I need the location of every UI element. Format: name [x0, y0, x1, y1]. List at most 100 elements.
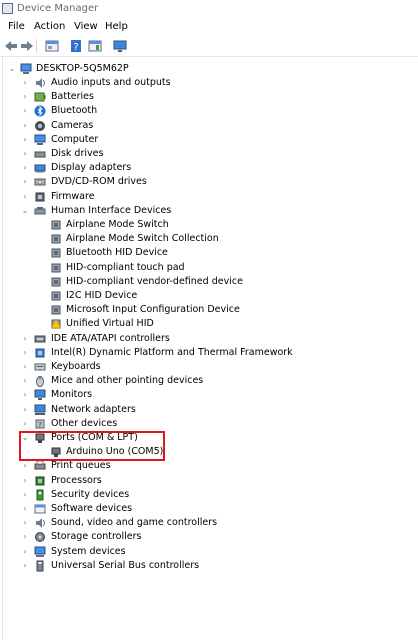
menu-view[interactable]: View	[74, 21, 98, 32]
tree-item-label: Processors	[51, 474, 102, 486]
tree-item-label: Display adapters	[51, 162, 132, 174]
tree-item-label: Print queues	[51, 460, 111, 472]
forward-icon[interactable]	[20, 39, 34, 53]
tree-root[interactable]: ⌄ DESKTOP-5Q5M62P	[0, 62, 418, 76]
menu-bar: File Action View Help	[0, 19, 418, 35]
expand-icon[interactable]: ›	[21, 403, 29, 417]
tree-child-hid-compliant-vendor-defined-device[interactable]: HID-compliant vendor-defined device	[0, 275, 418, 289]
tree-item-ide-ata-atapi-controllers[interactable]: › IDE ATA/ATAPI controllers	[0, 332, 418, 346]
expand-icon[interactable]: ›	[21, 388, 29, 402]
tree-item-label: Software devices	[51, 503, 133, 514]
menu-file[interactable]: File	[8, 21, 25, 32]
tree-item-dvd-cd-rom-drives[interactable]: › DVD/CD-ROM drives	[0, 175, 418, 189]
svg-text:?: ?	[38, 421, 42, 429]
bluetooth-icon	[34, 105, 46, 117]
expand-icon[interactable]: ›	[21, 147, 29, 161]
tree-item-system-devices[interactable]: › System devices	[0, 545, 418, 559]
expand-icon[interactable]: ›	[21, 90, 29, 104]
expand-icon[interactable]: ›	[21, 530, 29, 544]
tree-item-network-adapters[interactable]: › Network adapters	[0, 403, 418, 417]
tree-child-airplane-mode-switch[interactable]: Airplane Mode Switch	[0, 218, 418, 232]
tree-item-computer[interactable]: › Computer	[0, 133, 418, 147]
tree-item-cameras[interactable]: › Cameras	[0, 119, 418, 133]
tree-item-security-devices[interactable]: › Security devices	[0, 488, 418, 502]
tree-item-label: Human Interface Devices	[51, 204, 172, 216]
tree-item-label: Universal Serial Bus controllers	[51, 559, 200, 571]
expand-icon[interactable]: ›	[21, 360, 29, 374]
collapse-icon[interactable]: ⌄	[21, 204, 29, 218]
tree-item-firmware[interactable]: › Firmware	[0, 190, 418, 204]
tree-item-intel-r-dynamic-platform-and-thermal-framework[interactable]: › Intel(R) Dynamic Platform and Thermal F…	[0, 346, 418, 360]
tree-item-keyboards[interactable]: › Keyboards	[0, 360, 418, 374]
hid-device-icon	[50, 304, 62, 316]
toolbar: ?	[0, 36, 418, 57]
tree-child-hid-compliant-touch-pad[interactable]: HID-compliant touch pad	[0, 261, 418, 275]
tree-item-display-adapters[interactable]: › Display adapters	[0, 161, 418, 175]
view-icon[interactable]	[88, 39, 102, 53]
expand-icon[interactable]: ›	[21, 190, 29, 204]
expand-icon[interactable]: ⌄	[8, 62, 16, 76]
back-icon[interactable]	[4, 39, 18, 53]
tree-item-monitors[interactable]: › Monitors	[0, 388, 418, 402]
expand-icon[interactable]: ›	[21, 374, 29, 388]
tree-item-print-queues[interactable]: › Print queues	[0, 459, 418, 473]
help-icon[interactable]: ?	[69, 39, 83, 53]
tree-item-label: Disk drives	[51, 148, 104, 159]
expand-icon[interactable]: ›	[21, 346, 29, 360]
expand-icon[interactable]: ›	[21, 161, 29, 175]
tree-item-software-devices[interactable]: › Software devices	[0, 502, 418, 516]
expand-icon[interactable]: ›	[21, 459, 29, 473]
expand-icon[interactable]: ›	[21, 559, 29, 573]
expand-icon[interactable]: ›	[21, 175, 29, 189]
tree-item-mice-and-other-pointing-devices[interactable]: › Mice and other pointing devices	[0, 374, 418, 388]
tree-item-other-devices[interactable]: ›? Other devices	[0, 417, 418, 431]
tree-item-storage-controllers[interactable]: › Storage controllers	[0, 530, 418, 544]
hid-icon	[34, 205, 46, 217]
menu-help[interactable]: Help	[105, 21, 128, 32]
other-devices-icon: ?	[34, 418, 46, 430]
monitor-icon[interactable]	[113, 39, 127, 53]
keyboard-icon	[34, 361, 46, 373]
tree-item-human-interface-devices[interactable]: ⌄ Human Interface Devices	[0, 204, 418, 218]
expand-icon[interactable]: ›	[21, 133, 29, 147]
expand-icon[interactable]: ›	[21, 474, 29, 488]
expand-icon[interactable]: ›	[21, 417, 29, 431]
menu-action[interactable]: Action	[34, 21, 65, 32]
hid-device-icon	[50, 276, 62, 288]
tree-item-universal-serial-bus-controllers[interactable]: › Universal Serial Bus controllers	[0, 559, 418, 573]
tree-item-label: Other devices	[51, 417, 118, 429]
expand-icon[interactable]: ›	[21, 545, 29, 559]
tree-child-microsoft-input-configuration-device[interactable]: Microsoft Input Configuration Device	[0, 303, 418, 317]
tree-child-bluetooth-hid-device[interactable]: Bluetooth HID Device	[0, 246, 418, 260]
computer-icon	[20, 63, 32, 75]
tree-item-batteries[interactable]: › Batteries	[0, 90, 418, 104]
battery-icon	[34, 91, 46, 103]
tree-item-label: Storage controllers	[51, 531, 142, 543]
expand-icon[interactable]: ›	[21, 119, 29, 133]
properties-icon[interactable]	[45, 39, 59, 53]
tree-child-airplane-mode-switch-collection[interactable]: Airplane Mode Switch Collection	[0, 232, 418, 246]
tree-item-label: Batteries	[51, 91, 94, 103]
security-icon	[34, 489, 46, 501]
expand-icon[interactable]: ›	[21, 502, 29, 516]
expand-icon[interactable]: ›	[21, 488, 29, 502]
tree-item-label: Sound, video and game controllers	[51, 517, 218, 529]
tree-child-unified-virtual-hid[interactable]: Unified Virtual HID	[0, 317, 418, 331]
tree-child-label: HID-compliant vendor-defined device	[66, 275, 243, 287]
expand-icon[interactable]: ›	[21, 76, 29, 90]
tree-item-sound-video-and-game-controllers[interactable]: › Sound, video and game controllers	[0, 516, 418, 530]
printer-icon	[34, 460, 46, 472]
expand-icon[interactable]: ›	[21, 516, 29, 530]
expand-icon[interactable]: ›	[21, 104, 29, 118]
tree-item-bluetooth[interactable]: › Bluetooth	[0, 104, 418, 118]
mouse-icon	[34, 375, 46, 388]
tree-item-audio-inputs-and-outputs[interactable]: › Audio inputs and outputs	[0, 76, 418, 90]
tree-item-label: Network adapters	[51, 403, 136, 415]
tree-item-label: Cameras	[51, 119, 94, 131]
expand-icon[interactable]: ›	[21, 332, 29, 346]
tree-item-label: Mice and other pointing devices	[51, 375, 204, 387]
device-manager-icon	[2, 3, 13, 14]
tree-item-processors[interactable]: › Processors	[0, 474, 418, 488]
tree-child-i2c-hid-device[interactable]: I2C HID Device	[0, 289, 418, 303]
tree-item-disk-drives[interactable]: › Disk drives	[0, 147, 418, 161]
